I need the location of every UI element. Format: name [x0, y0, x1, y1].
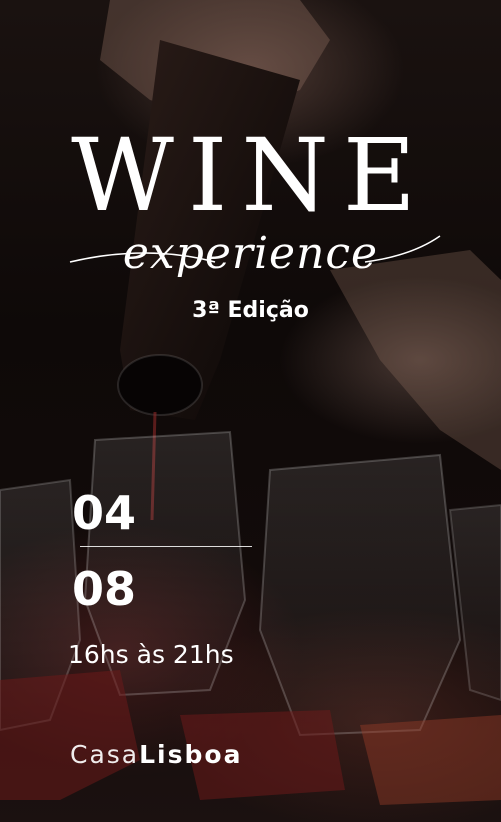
- event-poster: WINE experience 3ª Edição 04 08 16hs às …: [0, 0, 501, 822]
- edition-label: 3ª Edição: [192, 298, 309, 323]
- venue-logo: CasaLisboa: [70, 740, 242, 769]
- venue-name-part2: Lisboa: [139, 740, 243, 769]
- date-divider: [80, 546, 252, 547]
- title-wine: WINE: [71, 117, 430, 234]
- date-month: 08: [72, 562, 137, 616]
- wine-left-shape: [0, 670, 140, 800]
- event-hours: 16hs às 21hs: [68, 640, 234, 669]
- date-day: 04: [72, 486, 137, 540]
- wine-right-shape: [360, 715, 501, 805]
- title-experience: experience: [122, 228, 379, 279]
- venue-name-part1: Casa: [70, 740, 140, 769]
- glass-right-shape: [258, 453, 462, 737]
- glass-far-right-shape: [448, 503, 501, 702]
- hand-right-shape: [330, 250, 501, 470]
- bottle-mouth-shape: [117, 354, 203, 416]
